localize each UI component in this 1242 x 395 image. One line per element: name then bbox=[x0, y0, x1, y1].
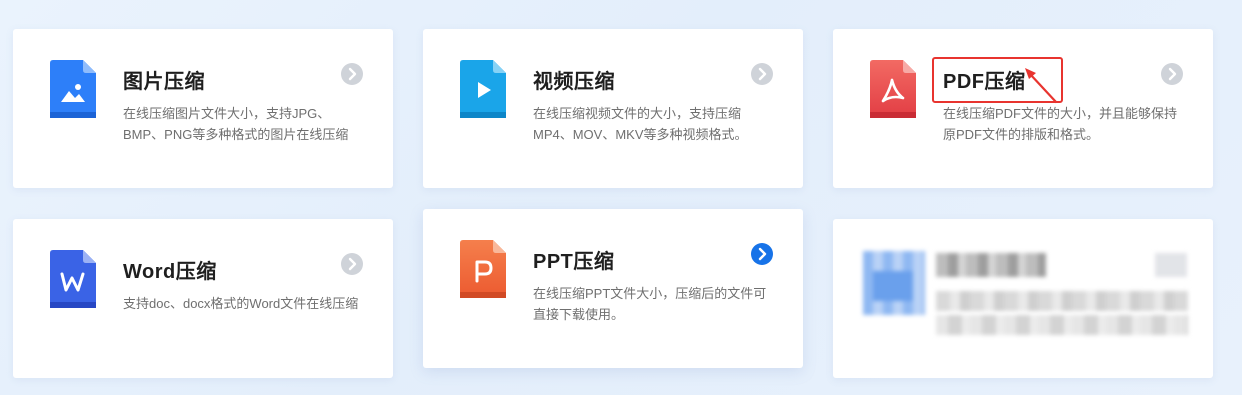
pointer-arrow-icon bbox=[1025, 68, 1058, 104]
ppt-file-icon bbox=[460, 240, 506, 298]
card-title: 图片压缩 bbox=[123, 71, 205, 93]
word-file-icon bbox=[50, 250, 96, 308]
blurred-description bbox=[936, 291, 1188, 311]
chevron-right-icon[interactable] bbox=[341, 63, 363, 85]
card-image-compress[interactable]: 图片压缩 在线压缩图片文件大小，支持JPG、BMP、PNG等多种格式的图片在线压… bbox=[13, 29, 393, 188]
card-description: 支持doc、docx格式的Word文件在线压缩 bbox=[123, 296, 359, 311]
chevron-right-icon[interactable] bbox=[341, 253, 363, 275]
blurred-description bbox=[936, 315, 1188, 335]
card-title: Word压缩 bbox=[123, 261, 217, 283]
card-obscured[interactable] bbox=[833, 219, 1213, 378]
blurred-icon bbox=[863, 251, 925, 315]
card-description: 在线压缩PDF文件的大小，并且能够保持原PDF文件的排版和格式。 bbox=[943, 106, 1178, 142]
card-ppt-compress[interactable]: PPT压缩 在线压缩PPT文件大小，压缩后的文件可直接下载使用。 bbox=[423, 209, 803, 368]
image-file-icon bbox=[50, 60, 96, 118]
video-file-icon bbox=[460, 60, 506, 118]
card-description: 在线压缩PPT文件大小，压缩后的文件可直接下载使用。 bbox=[533, 286, 767, 322]
card-description: 在线压缩视频文件的大小，支持压缩MP4、MOV、MKV等多种视频格式。 bbox=[533, 106, 748, 142]
card-description: 在线压缩图片文件大小，支持JPG、BMP、PNG等多种格式的图片在线压缩 bbox=[123, 106, 349, 142]
chevron-right-icon[interactable] bbox=[1161, 63, 1183, 85]
chevron-right-icon[interactable] bbox=[751, 243, 773, 265]
card-title: 视频压缩 bbox=[533, 71, 615, 93]
card-video-compress[interactable]: 视频压缩 在线压缩视频文件的大小，支持压缩MP4、MOV、MKV等多种视频格式。 bbox=[423, 29, 803, 188]
chevron-right-icon[interactable] bbox=[751, 63, 773, 85]
blurred-title bbox=[936, 253, 1046, 277]
pdf-file-icon bbox=[870, 60, 916, 118]
card-word-compress[interactable]: Word压缩 支持doc、docx格式的Word文件在线压缩 bbox=[13, 219, 393, 378]
card-title: PPT压缩 bbox=[533, 251, 615, 273]
blurred-badge bbox=[1155, 253, 1187, 277]
card-pdf-compress[interactable]: PDF压缩 在线压缩PDF文件的大小，并且能够保持原PDF文件的排版和格式。 bbox=[833, 29, 1213, 188]
